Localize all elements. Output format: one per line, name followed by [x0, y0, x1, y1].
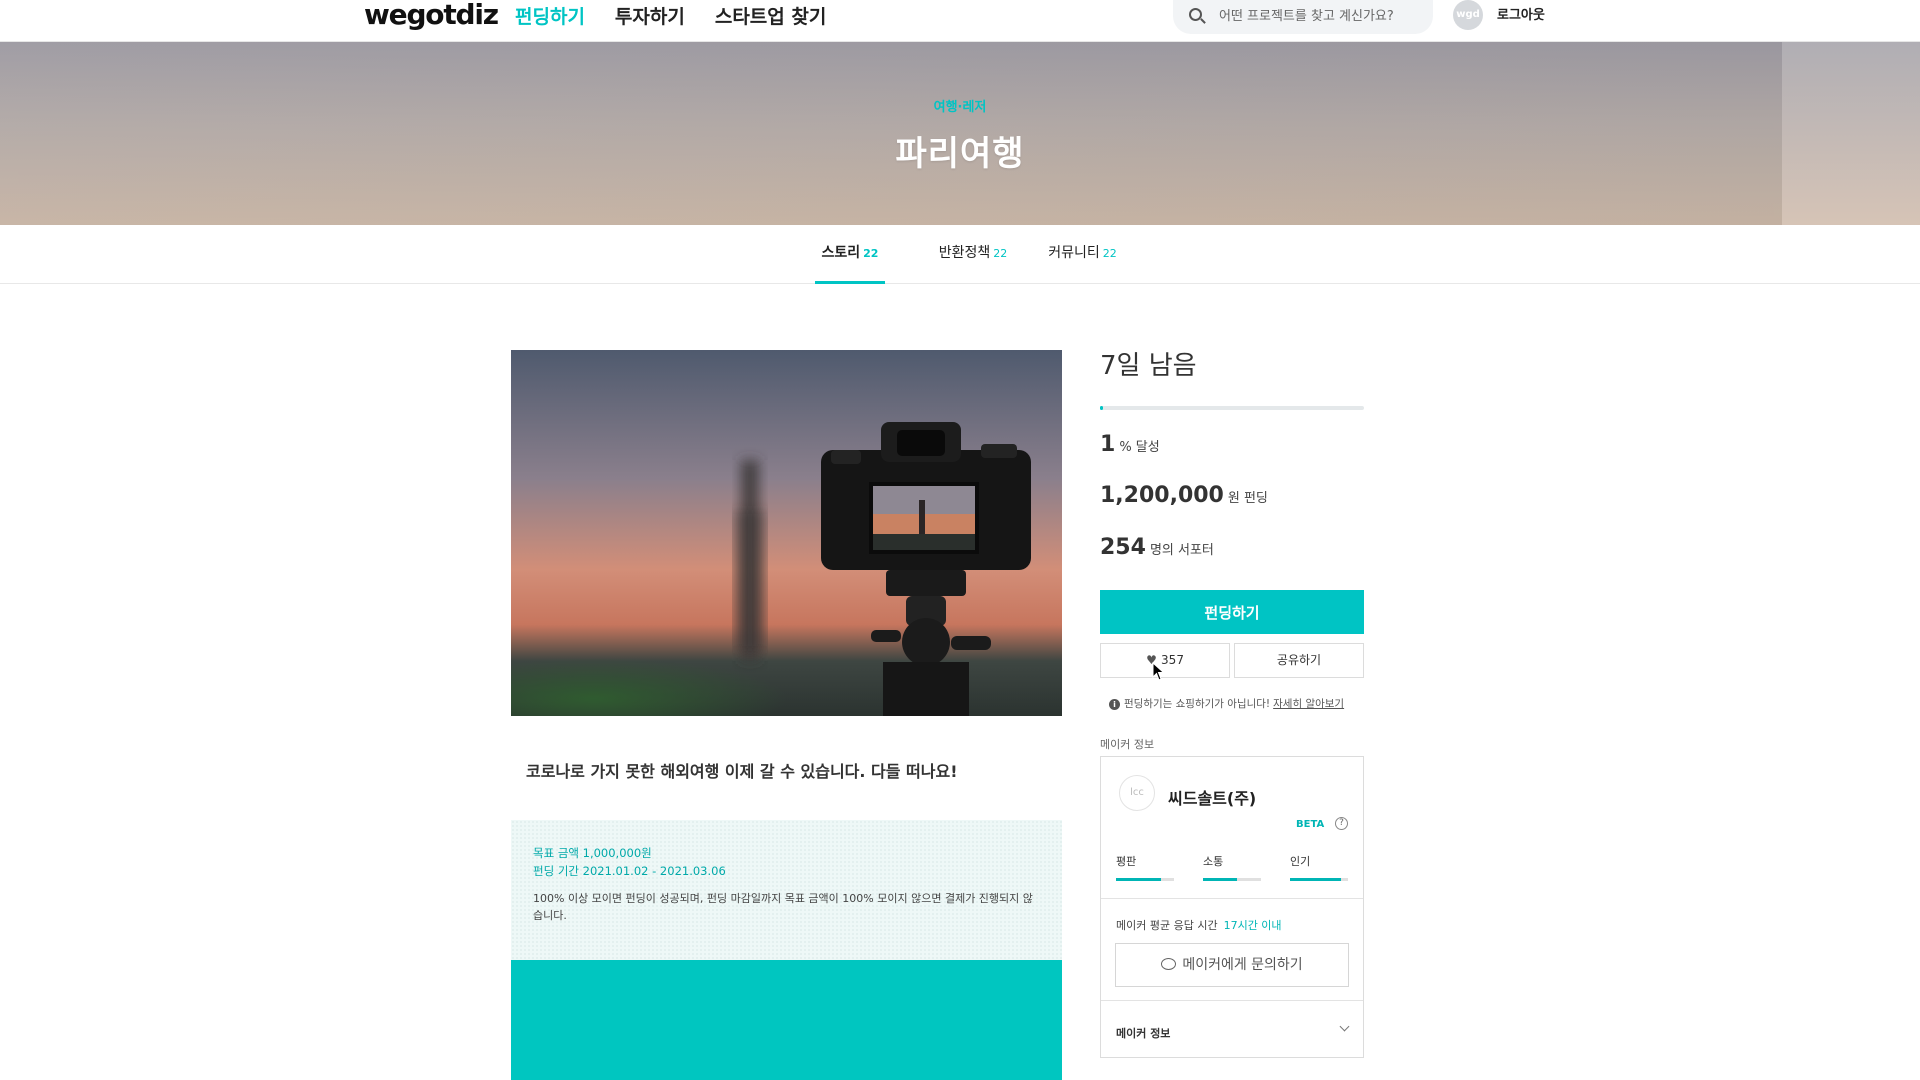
fund-button[interactable]: 펀딩하기	[1100, 590, 1364, 634]
funding-progress-bar	[1100, 406, 1364, 410]
amount-value: 1,200,000	[1100, 483, 1224, 508]
avatar[interactable]: wgd	[1453, 0, 1483, 30]
shopping-notice: i 펀딩하기는 쇼핑하기가 아닙니다! 자세히 알아보기	[1109, 696, 1344, 711]
notice-text: 펀딩하기는 쇼핑하기가 아닙니다!	[1124, 698, 1271, 710]
ask-maker-label: 메이커에게 문의하기	[1182, 957, 1303, 973]
funding-description: 100% 이상 모이면 펀딩이 성공되며, 펀딩 마감일까지 목표 금액이 10…	[533, 892, 1033, 922]
response-time: 메이커 평균 응답 시간 17시간 이내	[1116, 917, 1282, 933]
project-hero-banner: 여행·레저 파리여행	[0, 42, 1920, 225]
maker-section-label: 메이커 정보	[1100, 738, 1155, 751]
tab-story-label: 스토리	[821, 245, 861, 261]
tab-refund-policy[interactable]: 반환정책 22	[920, 225, 1026, 284]
days-left: 7일 남음	[1100, 351, 1197, 381]
achieved-unit: % 달성	[1119, 440, 1160, 455]
mouse-cursor-icon	[1152, 662, 1165, 681]
funding-period: 펀딩 기간 2021.01.02 - 2021.03.06	[533, 864, 726, 878]
search-icon[interactable]	[1189, 8, 1202, 21]
nav-funding[interactable]: 펀딩하기	[515, 0, 585, 34]
help-icon[interactable]: ?	[1335, 817, 1348, 830]
supporters-value: 254	[1100, 535, 1146, 560]
nav-invest[interactable]: 투자하기	[615, 0, 685, 34]
maker-stat-communication: 소통	[1203, 853, 1263, 881]
funding-info-box: 목표 금액 1,000,000원 펀딩 기간 2021.01.02 - 2021…	[511, 820, 1062, 960]
project-tagline: 코로나로 가지 못한 해외여행 이제 갈 수 있습니다. 다들 떠나요!	[526, 762, 958, 781]
maker-name[interactable]: 씨드솔트(주)	[1168, 785, 1256, 809]
chevron-down-icon[interactable]	[1339, 1021, 1350, 1032]
heart-icon: ♥	[1146, 653, 1157, 667]
beta-badge: BETA	[1296, 819, 1325, 830]
goal-info: 목표 금액 1,000,000원 펀딩 기간 2021.01.02 - 2021…	[533, 844, 726, 880]
camera-sunset-photo	[511, 350, 1062, 716]
supporters-unit: 명의 서포터	[1149, 543, 1214, 558]
project-main-image	[511, 350, 1062, 716]
stat-bar-fill	[1116, 878, 1162, 881]
learn-more-link[interactable]: 자세히 알아보기	[1273, 698, 1344, 710]
top-header: wegotdiz 펀딩하기 투자하기 스타트업 찾기 wgd 로그아웃	[0, 0, 1920, 42]
maker-info-toggle[interactable]: 메이커 정보	[1116, 1025, 1170, 1041]
tab-refund-count: 22	[993, 247, 1008, 260]
response-label: 메이커 평균 응답 시간	[1116, 919, 1218, 932]
tab-community-count: 22	[1102, 247, 1117, 260]
maker-stat-popularity: 인기	[1290, 853, 1350, 881]
amount-unit: 원 펀딩	[1227, 491, 1268, 506]
ask-maker-button[interactable]: 메이커에게 문의하기	[1115, 943, 1349, 987]
logout-link[interactable]: 로그아웃	[1497, 0, 1545, 32]
achieved-rate: 1% 달성	[1100, 432, 1160, 457]
share-button[interactable]: 공유하기	[1234, 643, 1364, 678]
project-title: 파리여행	[895, 134, 1025, 174]
main-nav: 펀딩하기 투자하기 스타트업 찾기	[515, 0, 826, 34]
tab-story[interactable]: 스토리 22	[815, 225, 885, 284]
project-tabs: 스토리 22 반환정책 22 커뮤니티 22	[0, 225, 1920, 284]
maker-card: lcc 씨드솔트(주) BETA ? 평판 소통 인기 메이커 평균 응답 시간…	[1100, 756, 1364, 1058]
stat-label: 소통	[1203, 855, 1224, 868]
search-input[interactable]	[1217, 4, 1422, 28]
goal-amount: 목표 금액 1,000,000원	[533, 846, 652, 860]
achieved-value: 1	[1100, 432, 1116, 457]
nav-startups[interactable]: 스타트업 찾기	[715, 0, 827, 34]
info-icon: i	[1109, 699, 1120, 710]
stat-bar-fill	[1290, 878, 1342, 881]
tab-community[interactable]: 커뮤니티 22	[1030, 225, 1135, 284]
tab-refund-label: 반환정책	[938, 245, 991, 261]
tab-story-count: 22	[863, 247, 879, 260]
story-teal-banner	[511, 960, 1062, 1080]
maker-logo[interactable]: lcc	[1119, 775, 1155, 811]
chat-icon	[1161, 958, 1177, 970]
tab-community-label: 커뮤니티	[1048, 245, 1100, 261]
maker-stat-reputation: 평판	[1116, 853, 1176, 881]
divider	[1101, 1000, 1363, 1001]
progress-fill	[1100, 406, 1103, 410]
stat-bar-fill	[1203, 878, 1237, 881]
stat-label: 평판	[1116, 855, 1137, 868]
response-value: 17시간 이내	[1223, 919, 1282, 932]
divider	[1101, 898, 1363, 899]
project-category: 여행·레저	[933, 100, 987, 115]
funded-amount: 1,200,000 원 펀딩	[1100, 483, 1268, 508]
supporters: 254 명의 서포터	[1100, 535, 1214, 560]
search-bar	[1173, 0, 1433, 34]
logo[interactable]: wegotdiz	[364, 0, 499, 34]
stat-label: 인기	[1290, 855, 1311, 868]
